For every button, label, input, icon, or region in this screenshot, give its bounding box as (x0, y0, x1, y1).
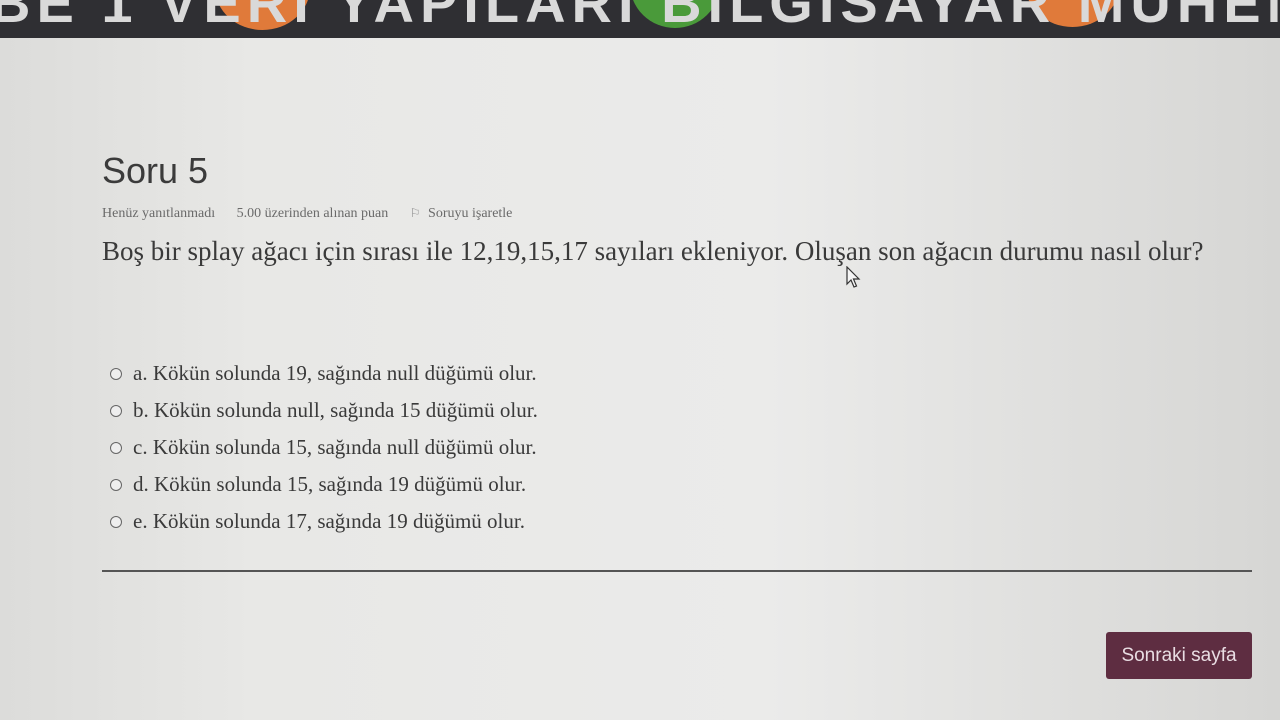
radio-button[interactable] (110, 404, 122, 417)
answer-label[interactable]: c. Kökün solunda 15, sağında null düğümü… (133, 435, 537, 460)
answer-option-b[interactable]: b. Kökün solunda null, sağında 15 düğümü… (110, 392, 538, 429)
answer-list: a. Kökün solunda 19, sağında null düğümü… (110, 355, 538, 540)
answer-option-c[interactable]: c. Kökün solunda 15, sağında null düğümü… (110, 429, 538, 466)
question-title: Soru 5 (102, 150, 209, 191)
answer-label[interactable]: d. Kökün solunda 15, sağında 19 düğümü o… (133, 472, 526, 497)
question-meta: Henüz yanıtlanmadı 5.00 üzerinden alınan… (102, 206, 530, 222)
divider (102, 570, 1252, 572)
flag-icon[interactable]: ⚐ (410, 206, 421, 220)
banner-text: BE 1 VERİ YAPILARI BİLGİSAYAR MÜHENDİSLİ… (0, 0, 1280, 34)
question-grade: 5.00 üzerinden alınan puan (236, 206, 389, 221)
mouse-cursor-icon (846, 266, 861, 288)
flag-question-link[interactable]: Soruyu işaretle (428, 206, 512, 221)
answer-label[interactable]: e. Kökün solunda 17, sağında 19 düğümü o… (133, 509, 525, 534)
question-text: Boş bir splay ağacı için sırası ile 12,1… (102, 236, 1204, 266)
answer-label[interactable]: a. Kökün solunda 19, sağında null düğümü… (133, 361, 537, 386)
course-banner: BE 1 VERİ YAPILARI BİLGİSAYAR MÜHENDİSLİ… (0, 0, 1280, 38)
answer-option-e[interactable]: e. Kökün solunda 17, sağında 19 düğümü o… (110, 503, 538, 540)
answer-label[interactable]: b. Kökün solunda null, sağında 15 düğümü… (133, 398, 538, 423)
radio-button[interactable] (110, 478, 122, 491)
radio-button[interactable] (110, 515, 122, 528)
answer-option-a[interactable]: a. Kökün solunda 19, sağında null düğümü… (110, 355, 538, 392)
answer-option-d[interactable]: d. Kökün solunda 15, sağında 19 düğümü o… (110, 466, 538, 503)
next-page-button[interactable]: Sonraki sayfa (1106, 632, 1252, 679)
radio-button[interactable] (110, 441, 122, 454)
question-status: Henüz yanıtlanmadı (102, 206, 216, 221)
radio-button[interactable] (110, 367, 122, 380)
